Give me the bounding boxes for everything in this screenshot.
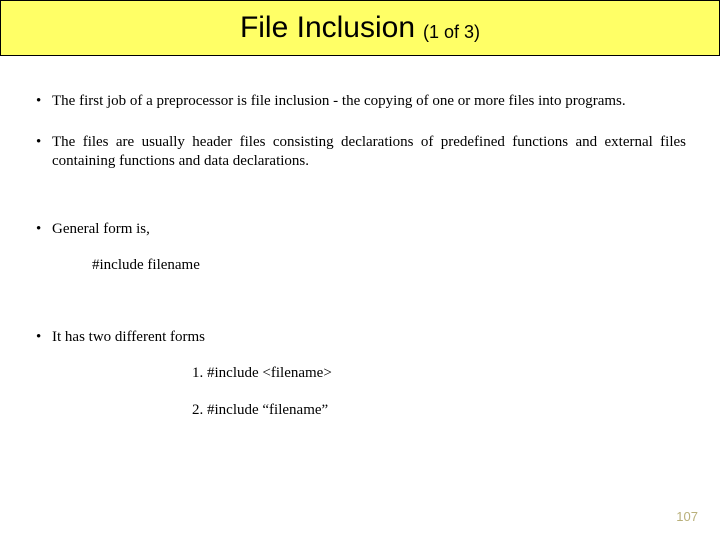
code-line-form2: 2. #include “filename” [34, 402, 686, 419]
bullet-text: The first job of a preprocessor is file … [52, 93, 626, 109]
bullet-text: General form is, [52, 221, 150, 237]
code-line-general: #include filename [34, 257, 686, 274]
bullet-list: The first job of a preprocessor is file … [34, 92, 686, 239]
slide-content: The first job of a preprocessor is file … [0, 56, 720, 419]
bullet-text: The files are usually header files consi… [52, 134, 686, 169]
bullet-item: The files are usually header files consi… [34, 133, 686, 171]
code-line-form1: 1. #include <filename> [34, 365, 686, 382]
bullet-item: General form is, [34, 220, 686, 239]
slide-title-sub: (1 of 3) [423, 22, 480, 43]
slide-title-main: File Inclusion [240, 11, 415, 45]
title-bar: File Inclusion (1 of 3) [0, 0, 720, 56]
page-number: 107 [676, 509, 698, 524]
bullet-item: The first job of a preprocessor is file … [34, 92, 686, 111]
bullet-text: It has two different forms [52, 329, 205, 345]
bullet-list: It has two different forms [34, 328, 686, 347]
bullet-item: It has two different forms [34, 328, 686, 347]
